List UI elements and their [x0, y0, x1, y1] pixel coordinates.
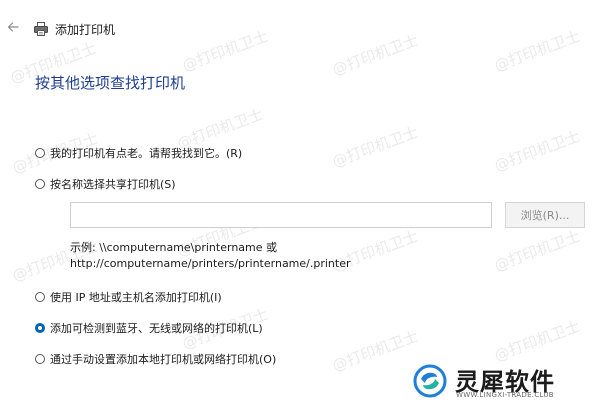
title-bar: 添加打印机 [0, 0, 600, 44]
option-manual-setup[interactable]: 通过手动设置添加本地打印机或网络打印机(O) [35, 351, 276, 367]
browse-button[interactable]: 浏览(R)... [505, 202, 585, 228]
brand-logo-icon [413, 364, 447, 398]
brand-url: WWW.LINGXI-TRADE.CLUB [456, 391, 554, 399]
option-shared-by-name[interactable]: 按名称选择共享打印机(S) [35, 176, 176, 192]
arrow-left-icon [7, 22, 19, 32]
radio-button[interactable] [35, 148, 45, 158]
window-title: 添加打印机 [55, 23, 116, 37]
printer-icon [34, 22, 48, 36]
watermark: @打印机卫士 [491, 227, 583, 275]
option-label: 按名称选择共享打印机(S) [50, 178, 176, 191]
radio-button[interactable] [35, 354, 45, 364]
option-label: 使用 IP 地址或主机名添加打印机(I) [50, 291, 222, 304]
brand-logo: 灵犀软件 WWW.LINGXI-TRADE.CLUB [413, 362, 593, 402]
watermark: @打印机卫士 [491, 127, 583, 175]
option-label: 添加可检测到蓝牙、无线或网络的打印机(L) [50, 322, 263, 335]
watermark: @打印机卫士 [491, 317, 583, 365]
page-heading: 按其他选项查找打印机 [35, 74, 186, 92]
option-label: 我的打印机有点老。请帮我找到它。(R) [50, 147, 243, 160]
radio-button[interactable] [35, 292, 45, 302]
radio-button[interactable] [35, 179, 45, 189]
brand-name: 灵犀软件 [455, 368, 555, 396]
option-bluetooth-wireless-network[interactable]: 添加可检测到蓝牙、无线或网络的打印机(L) [35, 320, 263, 336]
share-name-input[interactable] [70, 202, 492, 228]
option-ip-hostname[interactable]: 使用 IP 地址或主机名添加打印机(I) [35, 289, 222, 305]
option-printer-old[interactable]: 我的打印机有点老。请帮我找到它。(R) [35, 145, 242, 161]
example-text: http://computername/printers/printername… [70, 257, 351, 270]
example-text: 示例: \\computername\printername 或 [70, 241, 278, 254]
back-button[interactable] [4, 18, 22, 36]
radio-button-selected[interactable] [35, 323, 45, 333]
option-label: 通过手动设置添加本地打印机或网络打印机(O) [50, 353, 277, 366]
watermark: @打印机卫士 [329, 123, 421, 171]
watermark: @打印机卫士 [329, 327, 421, 375]
